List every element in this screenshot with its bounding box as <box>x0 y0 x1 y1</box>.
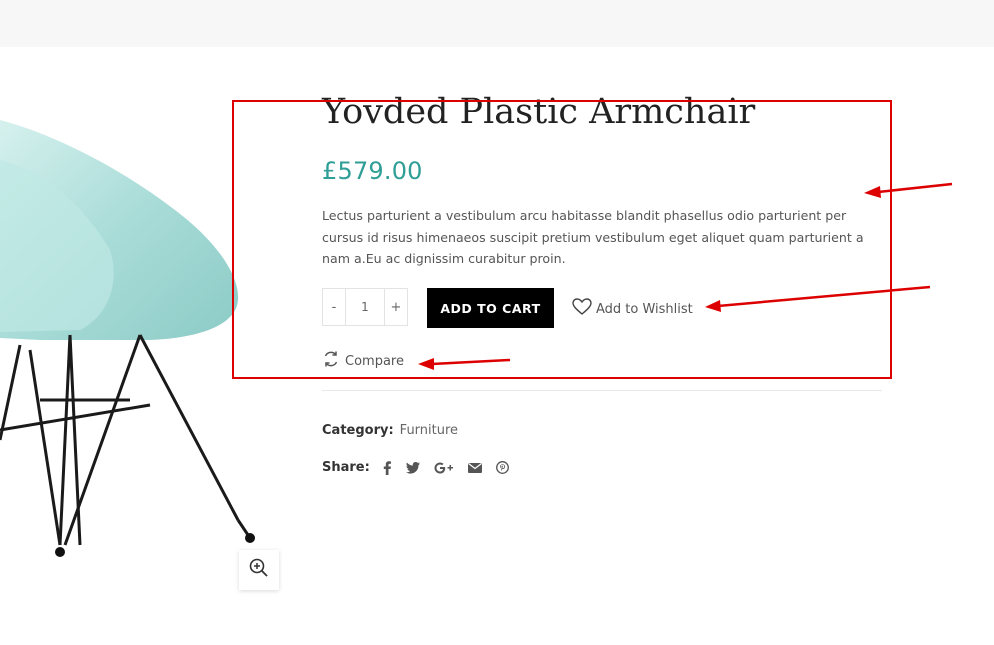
category-row: Category: Furniture <box>322 423 458 438</box>
annotation-highlight-box <box>232 100 892 379</box>
top-bar <box>0 0 994 47</box>
zoom-in-icon <box>249 558 269 582</box>
category-label: Category: <box>322 423 394 438</box>
share-row: Share: <box>322 460 509 475</box>
share-label: Share: <box>322 460 370 475</box>
zoom-button[interactable] <box>239 550 279 590</box>
category-link[interactable]: Furniture <box>400 423 458 438</box>
pinterest-icon[interactable] <box>495 461 509 474</box>
divider <box>322 390 882 391</box>
twitter-icon[interactable] <box>405 461 420 474</box>
google-plus-icon[interactable] <box>434 462 454 474</box>
facebook-icon[interactable] <box>382 460 392 475</box>
share-icons <box>382 460 509 475</box>
email-icon[interactable] <box>467 462 482 474</box>
